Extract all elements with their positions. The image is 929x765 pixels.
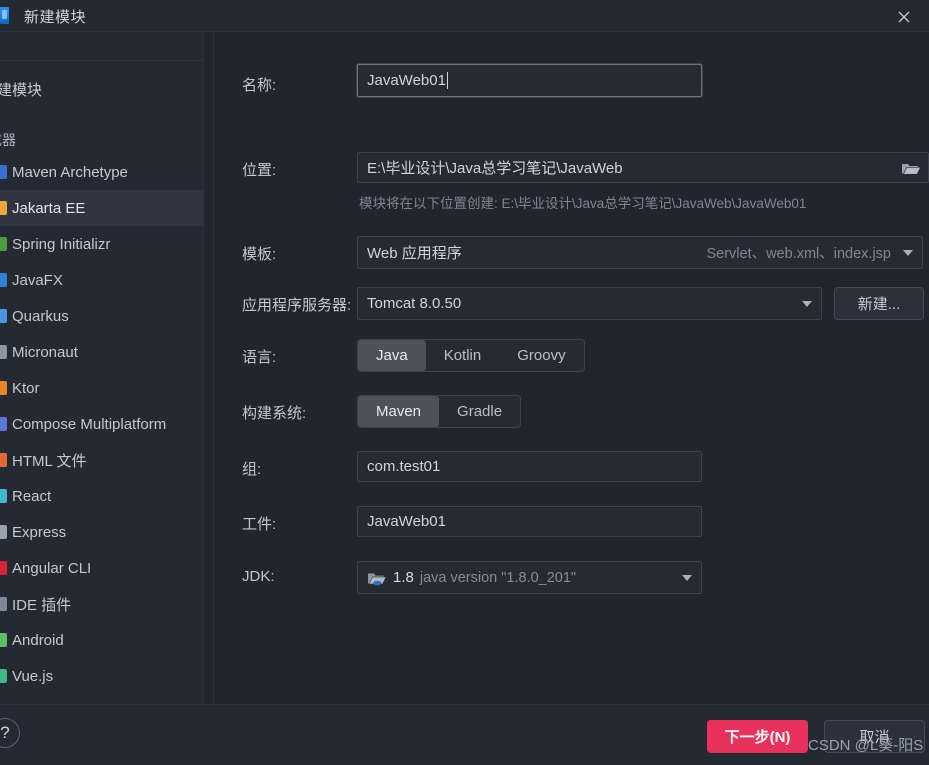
language-label: 语言: <box>242 349 277 366</box>
artifact-label: 工件: <box>242 516 277 533</box>
module-settings-form: 名称: JavaWeb01 位置: E:\毕业设计\Java总学习笔记\Java… <box>214 32 929 704</box>
compose-icon <box>0 417 7 431</box>
sidebar-item-label: HTML 文件 <box>12 452 87 470</box>
new-app-server-button[interactable]: 新建... <box>834 287 924 320</box>
sidebar-item-label: Android <box>12 631 64 649</box>
sidebar-item-micronaut[interactable]: Micronaut <box>0 334 203 370</box>
language-segmented-control[interactable]: Java Kotlin Groovy <box>357 339 585 372</box>
jakarta-icon <box>0 201 7 215</box>
sidebar-item-label: Maven Archetype <box>12 163 128 181</box>
chevron-down-icon <box>682 574 692 581</box>
group-input[interactable]: com.test01 <box>357 451 702 482</box>
segment-option-kotlin[interactable]: Kotlin <box>426 340 500 371</box>
sidebar-item-label: Spring Initializr <box>12 235 111 253</box>
close-icon[interactable] <box>887 3 921 29</box>
sidebar-item-label: Ktor <box>12 379 40 397</box>
chevron-down-icon <box>903 249 913 256</box>
name-input[interactable]: JavaWeb01 <box>357 64 702 97</box>
app-server-value: Tomcat 8.0.50 <box>367 295 462 312</box>
window-title: 新建模块 <box>24 9 87 26</box>
sidebar-section-label: 生成器 <box>0 132 16 148</box>
group-input-value: com.test01 <box>367 458 441 475</box>
segment-option-groovy[interactable]: Groovy <box>499 340 583 371</box>
sidebar-item-label: Vue.js <box>12 667 54 685</box>
build-system-segmented-control[interactable]: Maven Gradle <box>357 395 522 428</box>
intellij-module-icon <box>0 7 12 24</box>
jdk-folder-icon <box>367 570 387 586</box>
jdk-version: 1.8 <box>393 569 414 586</box>
group-label: 组: <box>242 461 262 478</box>
location-input-value: E:\毕业设计\Java总学习笔记\JavaWeb <box>367 160 623 177</box>
sidebar-item-vue-js[interactable]: Vue.js <box>0 658 203 694</box>
app-server-select[interactable]: Tomcat 8.0.50 <box>357 287 822 320</box>
sidebar-header <box>0 32 203 61</box>
location-hint: 模块将在以下位置创建: E:\毕业设计\Java总学习笔记\JavaWeb\Ja… <box>359 196 807 211</box>
jdk-label: JDK: <box>242 568 275 585</box>
jdk-detail: java version "1.8.0_201" <box>419 569 577 586</box>
sidebar-item-label: Angular CLI <box>12 559 92 577</box>
sidebar-item-spring-initializr[interactable]: Spring Initializr <box>0 226 203 262</box>
location-input[interactable]: E:\毕业设计\Java总学习笔记\JavaWeb <box>357 152 929 183</box>
vuejs-icon <box>0 669 7 683</box>
spring-icon <box>0 237 7 251</box>
artifact-input-value: JavaWeb01 <box>367 513 446 530</box>
build-system-label: 构建系统: <box>242 405 307 422</box>
app-server-label: 应用程序服务器: <box>242 297 352 314</box>
sidebar-item-html[interactable]: HTML 文件 <box>0 442 203 478</box>
sidebar-item-label: JavaFX <box>12 271 63 289</box>
sidebar-item-maven-archetype[interactable]: Maven Archetype <box>0 154 203 190</box>
sidebar-item-list: Maven Archetype Jakarta EE Spring Initiali… <box>0 154 203 694</box>
sidebar-item-react[interactable]: React <box>0 478 203 514</box>
chevron-down-icon <box>802 300 812 307</box>
html-file-icon <box>0 453 7 467</box>
segment-option-gradle[interactable]: Gradle <box>439 396 520 427</box>
location-label: 位置: <box>242 162 277 179</box>
sidebar-item-label: IDE 插件 <box>12 596 72 614</box>
ide-plugin-icon <box>0 597 7 611</box>
artifact-input[interactable]: JavaWeb01 <box>357 506 702 537</box>
angular-icon <box>0 561 7 575</box>
sidebar-item-ide[interactable]: IDE 插件 <box>0 586 203 622</box>
sidebar-item-label: React <box>12 487 52 505</box>
quarkus-icon <box>0 309 7 323</box>
new-module-dialog: 新建模块 新建模块 生成器 Maven Archetype Jakarta EE S… <box>0 0 929 765</box>
template-select[interactable]: Web 应用程序 Servlet、web.xml、index.jsp <box>357 236 923 269</box>
sidebar-scrollbar-track[interactable] <box>204 32 417 704</box>
template-detail: Servlet、web.xml、index.jsp <box>706 246 891 262</box>
sidebar-item-ktor[interactable]: Ktor <box>0 370 203 406</box>
name-input-value: JavaWeb01 <box>367 72 446 89</box>
sidebar-item-javafx[interactable]: JavaFX <box>0 262 203 298</box>
express-icon <box>0 525 7 539</box>
cancel-button[interactable]: 取消 <box>824 720 925 753</box>
sidebar-item-express[interactable]: Express <box>0 514 203 550</box>
sidebar-item-label: Micronaut <box>12 343 78 361</box>
jdk-select[interactable]: 1.8 java version "1.8.0_201" <box>357 561 702 594</box>
sidebar-item-label: Compose Multiplatform <box>12 415 167 433</box>
react-icon <box>0 489 7 503</box>
sidebar-item-compose-multiplatform[interactable]: Compose Multiplatform <box>0 406 203 442</box>
sidebar-item-angular-cli[interactable]: Angular CLI <box>0 550 203 586</box>
maven-icon <box>0 165 7 179</box>
segment-option-java[interactable]: Java <box>358 340 426 371</box>
sidebar-item-quarkus[interactable]: Quarkus <box>0 298 203 334</box>
ktor-icon <box>0 381 7 395</box>
sidebar-new-module-label: 新建模块 <box>0 82 43 99</box>
sidebar-item-jakarta-ee[interactable]: Jakarta EE <box>0 190 203 226</box>
android-icon <box>0 633 7 647</box>
sidebar-item-android[interactable]: Android <box>0 622 203 658</box>
sidebar-item-label: Express <box>12 523 67 541</box>
template-label: 模板: <box>242 246 277 263</box>
sidebar-item-label: Quarkus <box>12 307 69 325</box>
generators-sidebar[interactable]: 新建模块 生成器 Maven Archetype Jakarta EE Spring… <box>0 32 204 704</box>
javafx-icon <box>0 273 7 287</box>
name-label: 名称: <box>242 77 277 94</box>
segment-option-maven[interactable]: Maven <box>358 396 440 427</box>
micronaut-icon <box>0 345 7 359</box>
template-value: Web 应用程序 <box>367 245 462 262</box>
title-bar: 新建模块 <box>0 0 929 32</box>
sidebar-item-label: Jakarta EE <box>12 199 86 217</box>
next-button[interactable]: 下一步(N) <box>707 720 808 753</box>
folder-open-icon[interactable] <box>894 152 928 184</box>
